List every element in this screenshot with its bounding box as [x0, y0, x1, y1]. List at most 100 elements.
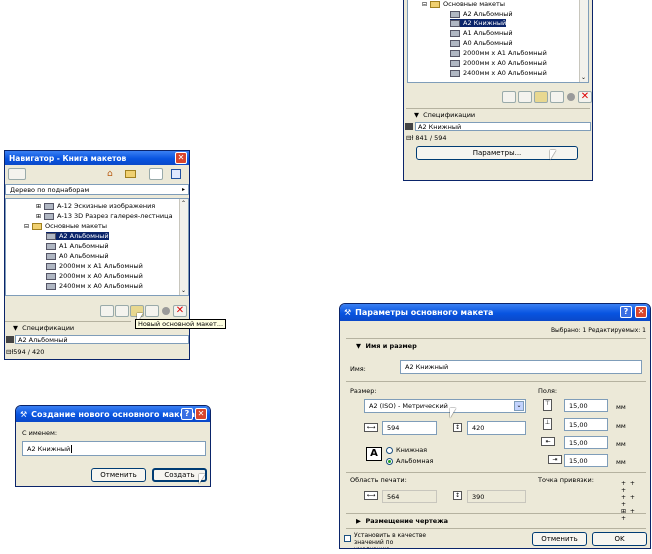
section-specs[interactable]: ▼ Спецификации [414, 111, 475, 119]
unit-label: мм [616, 440, 626, 448]
disclosure-right-icon[interactable]: ▶ [356, 517, 361, 525]
name-input[interactable]: A2 Книжный [22, 441, 206, 456]
print-height-field: 390 [467, 490, 526, 503]
tree-item[interactable]: 2400мм x A0 Альбомный [46, 282, 143, 290]
name-label: Имя: [350, 365, 366, 373]
layout-settings-icon[interactable] [502, 91, 516, 103]
default-checkbox[interactable] [344, 535, 351, 542]
tree-item[interactable]: 2000мм x A0 Альбомный [46, 272, 143, 280]
archicad-icon: ⚒ [20, 409, 28, 419]
radio-checked-icon[interactable] [386, 457, 393, 465]
disclosure-down-icon[interactable]: ▼ [356, 342, 361, 350]
cancel-button[interactable]: Отменить [91, 468, 146, 482]
tree-item-folder[interactable]: ⊟ Основные макеты [422, 0, 505, 8]
scrollbar[interactable]: ⌃ ⌄ [179, 199, 188, 295]
spec-name-field[interactable]: A2 Альбомный [15, 335, 189, 344]
tree-item[interactable]: 2400мм x A0 Альбомный [450, 69, 547, 77]
height-input[interactable]: 420 [467, 421, 526, 435]
tree-item-selected[interactable]: A2 Альбомный [46, 232, 109, 240]
close-icon[interactable]: ✕ [175, 152, 187, 164]
new-layout-icon[interactable] [518, 91, 532, 103]
size-label: Размер: [350, 387, 377, 395]
view-map-icon[interactable] [125, 170, 136, 178]
folder-icon [430, 0, 441, 8]
width-icon: ⟷ [364, 491, 378, 500]
tree-item[interactable]: 2000мм x A1 Альбомный [46, 262, 143, 270]
scrollbar[interactable]: ⌄ [579, 0, 588, 82]
new-master-icon[interactable] [534, 91, 548, 103]
margin-left-input[interactable]: 15,00 [564, 436, 608, 449]
tree-item[interactable]: ⊞ A-13 3D Разрез галерея-лестница [36, 212, 173, 220]
tree-item[interactable]: A0 Альбомный [46, 252, 109, 260]
collapse-icon[interactable]: ⊟ [422, 1, 427, 8]
new-layout-icon[interactable] [115, 305, 129, 317]
tree-item-folder[interactable]: ⊟ Основные макеты [24, 222, 107, 230]
project-map-icon[interactable]: ⌂ [107, 169, 113, 179]
scroll-up-icon[interactable]: ⌃ [181, 200, 186, 207]
mouse-cursor [199, 474, 205, 484]
layout-type-icon [6, 336, 14, 343]
margin-bottom-input[interactable]: 15,00 [564, 418, 608, 431]
width-input[interactable]: 594 [382, 421, 437, 435]
tree-item[interactable]: 2000мм x A0 Альбомный [450, 59, 547, 67]
width-icon: ⟷ [364, 423, 378, 432]
close-icon[interactable]: ✕ [195, 408, 207, 420]
delete-icon[interactable]: ✕ [173, 305, 187, 317]
layout-icon [46, 262, 56, 270]
close-icon[interactable]: ✕ [635, 306, 647, 318]
spec-name-field[interactable]: A2 Книжный [415, 122, 591, 131]
tree-item[interactable]: ⊞ A-12 Эскизные изображения [36, 202, 155, 210]
create-master-dialog: ⚒ Создание нового основного макета ? ✕ С … [15, 405, 211, 487]
dropdown-arrow-icon[interactable]: ⌄ [514, 401, 524, 411]
tree-item[interactable]: 2000мм x A1 Альбомный [450, 49, 547, 57]
disclosure-down-icon[interactable]: ▼ [414, 111, 419, 119]
size-value: ⊟ł594 / 420 [6, 348, 45, 356]
margin-right-input[interactable]: 15,00 [564, 454, 608, 467]
margins-label: Поля: [538, 387, 558, 395]
new-folder-icon[interactable] [550, 91, 564, 103]
layout-icon [46, 282, 56, 290]
new-folder-icon[interactable] [145, 305, 159, 317]
layout-settings-icon[interactable] [100, 305, 114, 317]
section-drawing-placement[interactable]: ▶ Размещение чертежа [356, 517, 448, 525]
help-icon[interactable]: ? [181, 408, 193, 420]
mouse-cursor [450, 408, 456, 418]
layout-icon [450, 49, 460, 57]
name-label: С именем: [22, 429, 58, 437]
navigator-menu-icon[interactable] [8, 168, 26, 180]
tree-panel: ⊟ Основные макеты A2 Альбомный A2 Книжный… [407, 0, 589, 83]
unit-label: мм [616, 422, 626, 430]
section-specs[interactable]: ▼ Спецификации [13, 324, 74, 332]
size-select[interactable]: A2 (ISO) - Метрический ⌄ [364, 399, 526, 413]
height-icon: ↕ [453, 423, 462, 432]
tree-item-selected[interactable]: A2 Книжный [450, 19, 507, 27]
help-icon[interactable]: ? [620, 306, 632, 318]
layout-icon [46, 232, 56, 240]
landscape-radio[interactable]: Альбомная [386, 457, 433, 465]
radio-icon[interactable] [386, 446, 393, 454]
margin-top-input[interactable]: 15,00 [564, 399, 608, 412]
layout-icon [450, 10, 460, 18]
status-dot-icon [162, 307, 170, 315]
disclosure-down-icon[interactable]: ▼ [13, 324, 18, 332]
delete-icon[interactable]: ✕ [578, 91, 592, 103]
view-select[interactable]: Дерево по поднаборам ▸ [5, 184, 189, 195]
tree-item[interactable]: A2 Альбомный [450, 10, 513, 18]
ok-button[interactable]: OK [592, 532, 647, 546]
tree-item[interactable]: A1 Альбомный [450, 29, 513, 37]
section-name-size[interactable]: ▼ Имя и размер [356, 342, 417, 350]
name-input[interactable]: A2 Книжный [400, 360, 642, 374]
scroll-down-icon[interactable]: ⌄ [581, 74, 586, 81]
tree-item[interactable]: A0 Альбомный [450, 39, 513, 47]
publisher-icon[interactable] [171, 169, 181, 179]
layout-icon [46, 272, 56, 280]
orientation-icon: A [366, 447, 382, 461]
tree-item[interactable]: A1 Альбомный [46, 242, 109, 250]
layout-book-icon[interactable] [149, 168, 163, 180]
portrait-radio[interactable]: Книжная [386, 446, 427, 454]
default-checkbox-label[interactable]: Установить в качестве значений по умолча… [354, 532, 430, 548]
scroll-down-icon[interactable]: ⌄ [181, 287, 186, 294]
anchor-grid-icon[interactable]: + + + + + + ⊞ + + [621, 480, 641, 522]
cancel-button[interactable]: Отменить [532, 532, 587, 546]
layout-icon [46, 252, 56, 260]
